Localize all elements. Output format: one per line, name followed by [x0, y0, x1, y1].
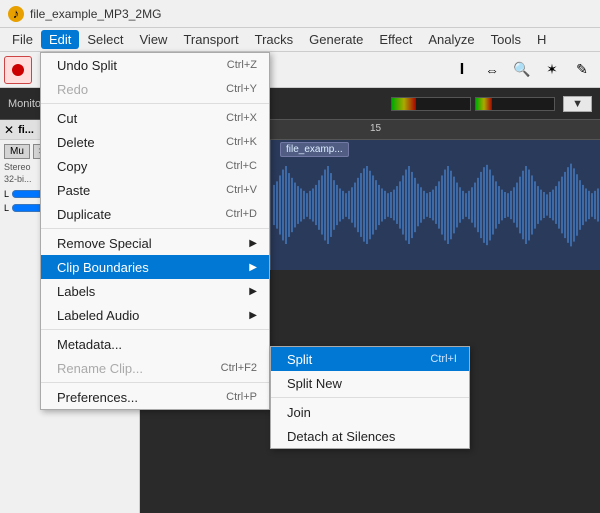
menu-undo-split[interactable]: Undo Split Ctrl+Z: [41, 53, 269, 77]
clip-label-2: file_examp...: [280, 142, 349, 157]
menu-file[interactable]: File: [4, 30, 41, 49]
menu-tools[interactable]: Tools: [483, 30, 529, 49]
submenu-detach[interactable]: Detach at Silences: [271, 424, 469, 448]
sep-1: [41, 103, 269, 104]
menu-labels[interactable]: Labels ▶: [41, 279, 269, 303]
menu-bar: File Edit Select View Transport Tracks G…: [0, 28, 600, 52]
menu-help[interactable]: H: [529, 30, 554, 49]
menu-labeled-audio[interactable]: Labeled Audio ▶: [41, 303, 269, 327]
menu-remove-special[interactable]: Remove Special ▶: [41, 231, 269, 255]
meter-right: [475, 97, 555, 111]
menu-tracks[interactable]: Tracks: [247, 30, 302, 49]
menu-view[interactable]: View: [132, 30, 176, 49]
menu-clip-boundaries[interactable]: Clip Boundaries ▶: [41, 255, 269, 279]
submenu-join[interactable]: Join: [271, 400, 469, 424]
menu-metadata[interactable]: Metadata...: [41, 332, 269, 356]
draw-tool-button[interactable]: ✎: [568, 56, 596, 84]
menu-copy[interactable]: Copy Ctrl+C: [41, 154, 269, 178]
sep-4: [41, 382, 269, 383]
dropdown-button[interactable]: ▼: [563, 96, 592, 112]
multi-tool-button[interactable]: ✶: [538, 56, 566, 84]
cursor-tool-button[interactable]: I: [448, 56, 476, 84]
track-name-label: fi...: [18, 124, 34, 136]
mute-button[interactable]: Mu: [4, 144, 30, 159]
menu-delete[interactable]: Delete Ctrl+K: [41, 130, 269, 154]
pan-label-l: L: [4, 203, 9, 213]
track-close-button[interactable]: ✕: [4, 123, 14, 137]
app-icon: ♪: [8, 6, 24, 22]
menu-select[interactable]: Select: [79, 30, 131, 49]
menu-preferences[interactable]: Preferences... Ctrl+P: [41, 385, 269, 409]
menu-paste[interactable]: Paste Ctrl+V: [41, 178, 269, 202]
meter-left: [391, 97, 471, 111]
menu-rename-clip[interactable]: Rename Clip... Ctrl+F2: [41, 356, 269, 380]
clip-boundaries-submenu: Split Ctrl+I Split New Join Detach at Si…: [270, 346, 470, 449]
sep-3: [41, 329, 269, 330]
zoom-tool-button[interactable]: 🔍: [508, 56, 536, 84]
submenu-sep-1: [271, 397, 469, 398]
record-button[interactable]: [4, 56, 32, 84]
window-title: file_example_MP3_2MG: [30, 7, 161, 21]
toolbar-right-group: I ⇔ 🔍 ✶ ✎: [448, 56, 596, 84]
selection-tool-button[interactable]: ⇔: [478, 56, 506, 84]
menu-duplicate[interactable]: Duplicate Ctrl+D: [41, 202, 269, 226]
submenu-split[interactable]: Split Ctrl+I: [271, 347, 469, 371]
menu-effect[interactable]: Effect: [371, 30, 420, 49]
volume-label: L: [4, 189, 9, 199]
menu-generate[interactable]: Generate: [301, 30, 371, 49]
title-bar: ♪ file_example_MP3_2MG: [0, 0, 600, 28]
playback-meter: [391, 97, 555, 111]
menu-cut[interactable]: Cut Ctrl+X: [41, 106, 269, 130]
menu-transport[interactable]: Transport: [175, 30, 246, 49]
submenu-split-new[interactable]: Split New: [271, 371, 469, 395]
edit-menu: Undo Split Ctrl+Z Redo Ctrl+Y Cut Ctrl+X…: [40, 52, 270, 410]
sep-2: [41, 228, 269, 229]
time-mark-15: 15: [370, 123, 381, 134]
menu-redo[interactable]: Redo Ctrl+Y: [41, 77, 269, 101]
menu-analyze[interactable]: Analyze: [420, 30, 482, 49]
menu-edit[interactable]: Edit: [41, 30, 79, 49]
